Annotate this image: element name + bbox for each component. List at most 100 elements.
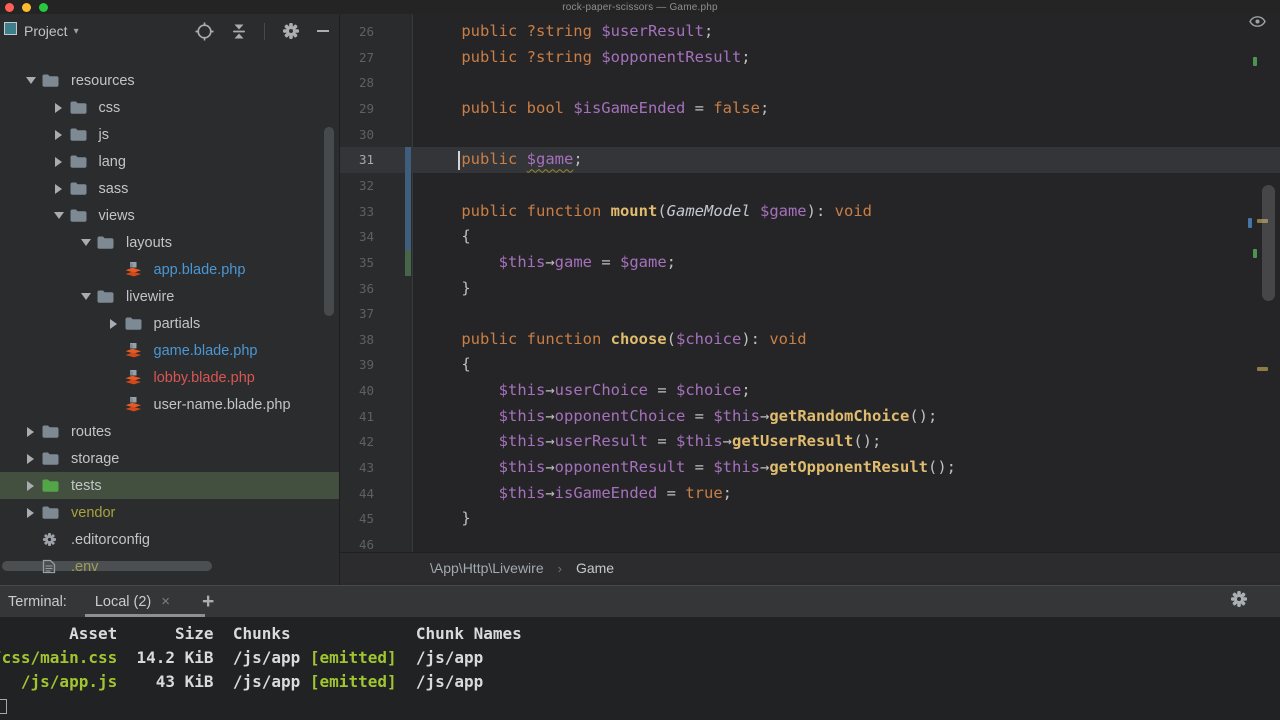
code-line-36[interactable]: 36 } <box>340 276 1280 302</box>
line-number[interactable]: 37 <box>340 301 376 327</box>
chevron-collapsed-icon[interactable] <box>107 318 125 329</box>
code-line-46[interactable]: 46 <box>340 532 1280 552</box>
line-number[interactable]: 46 <box>340 532 376 552</box>
code-line-39[interactable]: 39 { <box>340 352 1280 378</box>
line-number[interactable]: 44 <box>340 481 376 507</box>
project-panel-title[interactable]: Project <box>24 23 68 39</box>
code-line-26[interactable]: 26 public ?string $userResult; <box>340 19 1280 45</box>
tree-item-user-name.blade.php[interactable]: user-name.blade.php <box>0 391 339 418</box>
tree-item-partials[interactable]: partials <box>0 310 339 337</box>
settings-icon[interactable] <box>1230 590 1248 613</box>
chevron-expanded-icon[interactable] <box>79 239 97 246</box>
tree-item-resources[interactable]: resources <box>0 67 339 94</box>
tree-item-app.blade.php[interactable]: app.blade.php <box>0 256 339 283</box>
tree-vertical-scrollbar[interactable] <box>324 127 334 316</box>
close-icon[interactable]: × <box>161 593 170 610</box>
chevron-collapsed-icon[interactable] <box>52 129 70 140</box>
code-line-27[interactable]: 27 public ?string $opponentResult; <box>340 45 1280 71</box>
editor-scrollbar[interactable] <box>1262 185 1275 301</box>
line-number[interactable]: 41 <box>340 404 376 430</box>
code-line-41[interactable]: 41 $this→opponentChoice = $this→getRando… <box>340 404 1280 430</box>
breadcrumb-namespace[interactable]: \App\Http\Livewire <box>430 560 544 576</box>
tree-item-tests[interactable]: tests <box>0 472 339 499</box>
tree-item-game.blade.php[interactable]: game.blade.php <box>0 337 339 364</box>
code-line-40[interactable]: 40 $this→userChoice = $choice; <box>340 378 1280 404</box>
code-line-35[interactable]: 35 $this→game = $game; <box>340 249 1280 276</box>
chevron-down-icon[interactable]: ▾ <box>74 26 79 37</box>
line-number[interactable]: 29 <box>340 96 376 122</box>
tree-item-vendor[interactable]: vendor <box>0 499 339 526</box>
stripe-mark-warning[interactable] <box>1257 367 1268 371</box>
code-line-28[interactable]: 28 <box>340 70 1280 96</box>
tree-item-js[interactable]: js <box>0 121 339 148</box>
code-line-34[interactable]: 34 { <box>340 224 1280 250</box>
line-number[interactable]: 39 <box>340 352 376 378</box>
tree-horizontal-scrollbar[interactable] <box>2 561 212 571</box>
chevron-expanded-icon[interactable] <box>52 212 70 219</box>
line-number[interactable]: 33 <box>340 199 376 225</box>
code-line-37[interactable]: 37 <box>340 301 1280 327</box>
line-number[interactable]: 43 <box>340 455 376 481</box>
tree-item-.editorconfig[interactable]: .editorconfig <box>0 526 339 553</box>
text-caret <box>458 151 460 170</box>
settings-icon[interactable] <box>282 22 300 40</box>
chevron-collapsed-icon[interactable] <box>52 156 70 167</box>
stripe-mark-modified[interactable] <box>1248 218 1252 228</box>
line-number[interactable]: 45 <box>340 506 376 532</box>
line-number[interactable]: 42 <box>340 429 376 455</box>
eye-icon[interactable] <box>1249 14 1266 32</box>
new-terminal-tab-button[interactable]: + <box>202 590 214 614</box>
code-line-30[interactable]: 30 <box>340 122 1280 148</box>
chevron-collapsed-icon[interactable] <box>52 183 70 194</box>
line-number[interactable]: 31 <box>340 147 376 173</box>
code-line-29[interactable]: 29 public bool $isGameEnded = false; <box>340 96 1280 122</box>
tree-item-layouts[interactable]: layouts <box>0 229 339 256</box>
code-line-45[interactable]: 45 } <box>340 506 1280 532</box>
hide-icon[interactable] <box>317 30 329 32</box>
tree-item-views[interactable]: views <box>0 202 339 229</box>
code-line-42[interactable]: 42 $this→userResult = $this→getUserResul… <box>340 429 1280 455</box>
tree-item-css[interactable]: css <box>0 94 339 121</box>
line-number[interactable]: 30 <box>340 122 376 148</box>
code-line-38[interactable]: 38 public function choose($choice): void <box>340 327 1280 353</box>
stripe-mark-added[interactable] <box>1253 57 1257 66</box>
line-number[interactable]: 38 <box>340 327 376 353</box>
folder-icon <box>42 506 62 519</box>
chevron-collapsed-icon[interactable] <box>24 507 42 518</box>
line-number[interactable]: 36 <box>340 276 376 302</box>
window-title: rock-paper-scissors — Game.php <box>562 1 718 13</box>
code-line-31[interactable]: 31 public $game; <box>340 147 1280 173</box>
line-number[interactable]: 27 <box>340 45 376 71</box>
tree-item-storage[interactable]: storage <box>0 445 339 472</box>
editor[interactable]: 25 public ?string $opponentChoice;26 pub… <box>340 14 1280 552</box>
chevron-expanded-icon[interactable] <box>24 77 42 84</box>
locate-icon[interactable] <box>195 22 214 41</box>
stripe-mark-added[interactable] <box>1253 249 1257 258</box>
code-line-43[interactable]: 43 $this→opponentResult = $this→getOppon… <box>340 455 1280 481</box>
tree-item-routes[interactable]: routes <box>0 418 339 445</box>
tree-item-lang[interactable]: lang <box>0 148 339 175</box>
collapse-all-icon[interactable] <box>231 23 247 40</box>
line-number[interactable]: 40 <box>340 378 376 404</box>
line-number[interactable]: 34 <box>340 224 376 250</box>
code-line-32[interactable]: 32 <box>340 172 1280 199</box>
breadcrumb-class[interactable]: Game <box>576 560 614 576</box>
chevron-collapsed-icon[interactable] <box>52 102 70 113</box>
line-number[interactable]: 26 <box>340 19 376 45</box>
tree-item-lobby.blade.php[interactable]: lobby.blade.php <box>0 364 339 391</box>
chevron-expanded-icon[interactable] <box>79 293 97 300</box>
code-line-44[interactable]: 44 $this→isGameEnded = true; <box>340 481 1280 507</box>
chevron-collapsed-icon[interactable] <box>24 453 42 464</box>
line-number[interactable]: 35 <box>340 250 376 276</box>
folder-icon <box>125 317 145 330</box>
line-number[interactable]: 28 <box>340 70 376 96</box>
chevron-collapsed-icon[interactable] <box>24 426 42 437</box>
terminal-tab-local[interactable]: Local (2) × <box>95 593 170 610</box>
chevron-collapsed-icon[interactable] <box>24 480 42 491</box>
code-line-33[interactable]: 33 public function mount(GameModel $game… <box>340 198 1280 225</box>
line-number[interactable]: 32 <box>340 173 376 199</box>
code-area[interactable]: 25 public ?string $opponentChoice;26 pub… <box>340 14 1280 552</box>
tree-item-livewire[interactable]: livewire <box>0 283 339 310</box>
terminal-output[interactable]: Asset Size Chunks Chunk Names /css/main.… <box>0 617 1280 720</box>
tree-item-sass[interactable]: sass <box>0 175 339 202</box>
